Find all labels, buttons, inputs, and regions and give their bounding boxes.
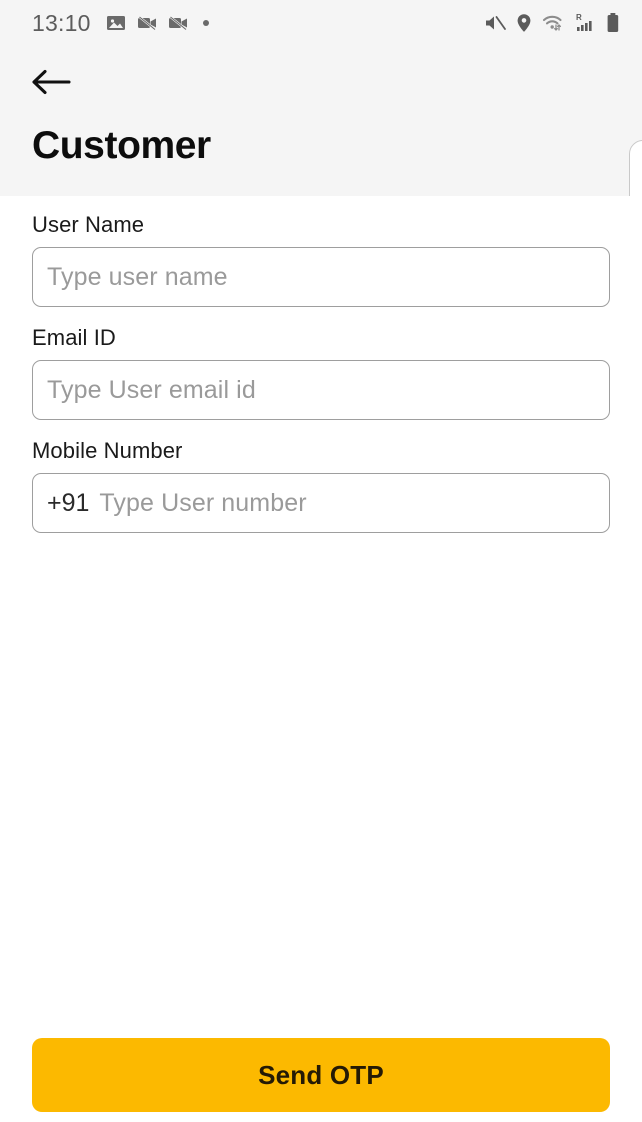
email-id-input-box[interactable]: [32, 360, 610, 420]
status-bar: 13:10 R: [0, 0, 642, 46]
svg-text:R: R: [576, 13, 582, 22]
country-code-prefix: +91: [47, 488, 90, 517]
status-bar-right: R: [484, 12, 620, 34]
field-mobile-number: Mobile Number +91: [32, 438, 610, 533]
field-label-mobile-number: Mobile Number: [32, 438, 183, 463]
email-id-input[interactable]: [47, 361, 595, 419]
page-header: Customer: [0, 46, 642, 196]
battery-icon: [606, 12, 620, 34]
status-bar-clock: 13:10: [32, 9, 91, 36]
video-off-icon: [168, 13, 188, 33]
field-label-email-id: Email ID: [32, 325, 116, 350]
back-arrow-icon: [30, 67, 72, 102]
back-button[interactable]: [30, 62, 80, 106]
image-icon: [106, 13, 126, 33]
send-otp-button[interactable]: Send OTP: [32, 1038, 610, 1112]
video-off-icon: [137, 13, 157, 33]
location-icon: [515, 13, 533, 33]
field-label-user-name: User Name: [32, 212, 145, 237]
wifi-icon: [542, 13, 566, 33]
status-bar-left: 13:10: [32, 10, 209, 37]
mobile-number-input-box[interactable]: +91: [32, 473, 610, 533]
field-user-name: User Name: [32, 212, 610, 307]
customer-form: User Name Email ID Mobile Number +91: [0, 196, 642, 551]
app-screen: 13:10 R Customer User Name Type user nam…: [0, 0, 642, 1122]
mobile-number-input[interactable]: [99, 474, 595, 532]
user-name-input-box[interactable]: [32, 247, 610, 307]
more-notifications-dot: [202, 20, 209, 26]
roaming-signal-icon: R: [575, 12, 597, 34]
mute-icon: [484, 13, 506, 33]
page-title: Customer: [32, 124, 211, 167]
field-email-id: Email ID: [32, 325, 610, 420]
user-name-input[interactable]: [47, 248, 595, 306]
